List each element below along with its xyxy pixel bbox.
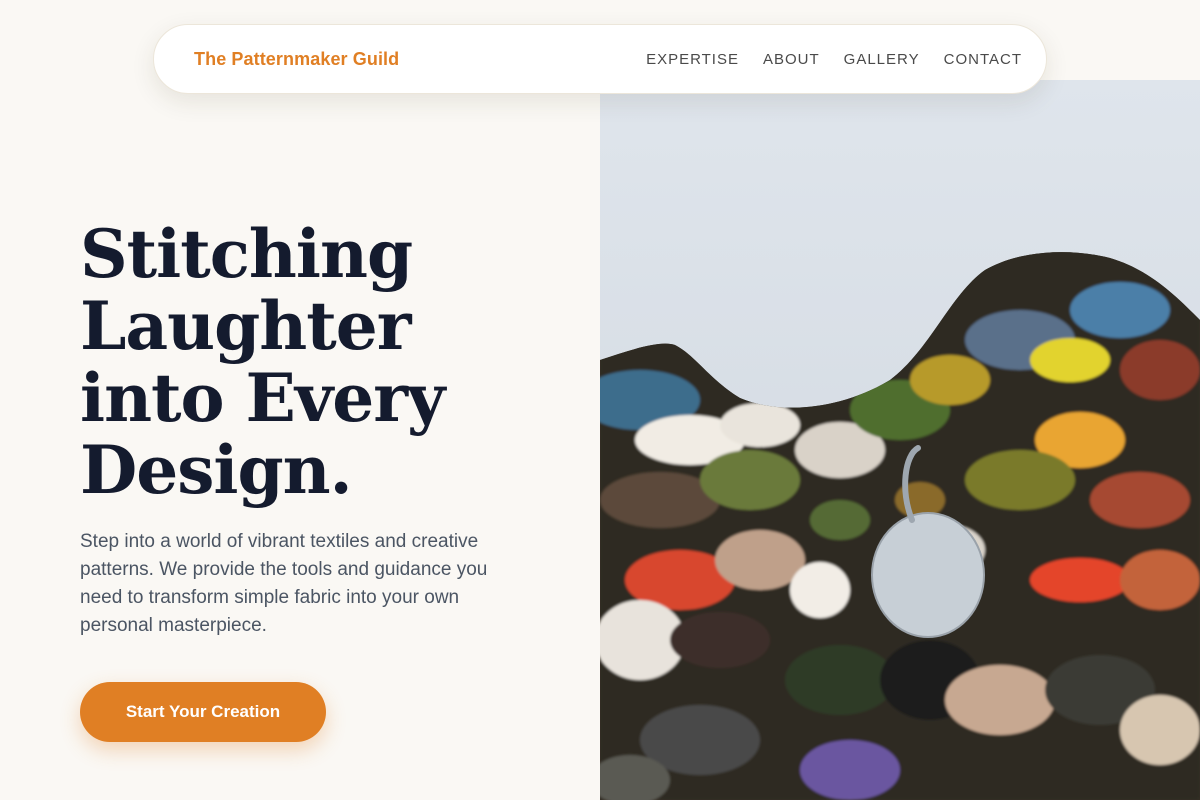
- hero-title-line: Design.: [80, 431, 353, 509]
- paint-palette-photo: [600, 80, 1200, 800]
- hero-title-line: Laughter: [80, 287, 412, 365]
- hero-title-line: into Every: [80, 359, 445, 437]
- hero-title: Stitching Laughter into Every Design.: [80, 218, 550, 506]
- nav-link-gallery[interactable]: GALLERY: [844, 51, 920, 68]
- hero-image: [600, 80, 1200, 800]
- hero-title-line: Stitching: [80, 215, 413, 293]
- top-navbar: The Patternmaker Guild EXPERTISE ABOUT G…: [153, 24, 1047, 94]
- nav-links: EXPERTISE ABOUT GALLERY CONTACT: [646, 51, 1022, 68]
- nav-link-about[interactable]: ABOUT: [763, 51, 820, 68]
- hero-section: Stitching Laughter into Every Design. St…: [80, 218, 550, 640]
- brand-logo-link[interactable]: The Patternmaker Guild: [194, 49, 399, 70]
- nav-link-contact[interactable]: CONTACT: [944, 51, 1022, 68]
- hero-subtitle: Step into a world of vibrant textiles an…: [80, 531, 488, 636]
- nav-link-expertise[interactable]: EXPERTISE: [646, 51, 739, 68]
- start-creation-button[interactable]: Start Your Creation: [80, 682, 326, 742]
